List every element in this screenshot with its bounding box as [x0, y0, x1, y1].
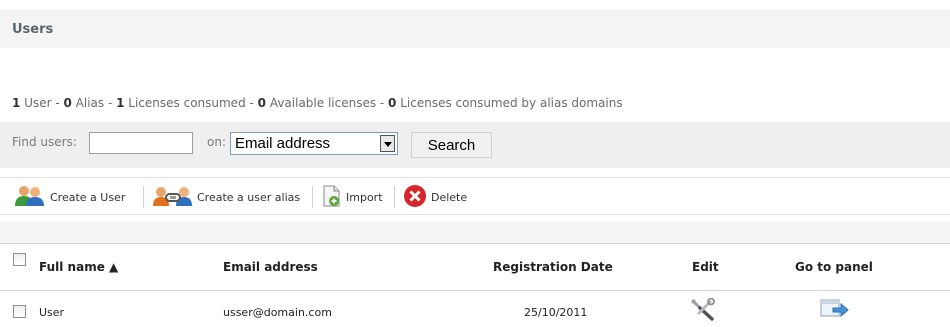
import-label: Import [346, 190, 383, 204]
licenses-consumed-label: Licenses consumed - [124, 96, 258, 110]
delete-icon [403, 184, 427, 211]
create-user-label: Create a User [50, 190, 126, 204]
create-user-alias-button[interactable]: Create a user alias [153, 178, 300, 216]
create-user-alias-label: Create a user alias [197, 190, 301, 204]
search-field-select-value: Email address [235, 135, 331, 152]
toolbar-divider [143, 186, 144, 208]
toolbar-divider [312, 186, 313, 208]
delete-label: Delete [431, 190, 468, 204]
table-spacer [0, 221, 950, 243]
table-row: User usser@domain.com 25/10/2011 [0, 292, 950, 327]
search-button[interactable]: Search [411, 132, 492, 158]
search-bar: Find users: on: Email address Search [0, 122, 950, 168]
user-alias-icon [153, 185, 193, 210]
row-select-checkbox[interactable] [13, 305, 26, 318]
column-header-go-to-panel: Go to panel [795, 260, 873, 274]
row-email: usser@domain.com [223, 306, 332, 319]
find-users-label: Find users: [12, 135, 77, 149]
select-all-checkbox[interactable] [13, 253, 26, 266]
column-header-email[interactable]: Email address [223, 260, 318, 274]
search-on-label: on: [207, 135, 226, 149]
row-full-name[interactable]: User [39, 306, 64, 319]
row-registration-date: 25/10/2011 [524, 306, 588, 319]
create-user-button[interactable]: Create a User [14, 178, 125, 216]
alias-domain-licenses-label: Licenses consumed by alias domains [396, 96, 623, 110]
users-toolbar: Create a User Create a user alias Import… [0, 177, 950, 215]
users-icon [14, 185, 46, 210]
user-count-label: User - [20, 96, 64, 110]
page-header: Users [0, 10, 950, 48]
wrench-icon[interactable] [690, 297, 716, 325]
import-icon [322, 185, 342, 210]
toolbar-divider [394, 186, 395, 208]
available-licenses-label: Available licenses - [266, 96, 389, 110]
column-header-full-name[interactable]: Full name ▲ [39, 260, 118, 274]
panel-arrow-icon[interactable] [820, 298, 850, 325]
chevron-down-icon[interactable] [380, 135, 395, 152]
column-header-edit: Edit [692, 260, 719, 274]
search-field-select[interactable]: Email address [230, 132, 398, 155]
page-title: Users [12, 22, 54, 37]
available-licenses-count: 0 [257, 96, 266, 110]
find-users-input[interactable] [89, 132, 193, 154]
alias-count: 0 [63, 96, 72, 110]
delete-button[interactable]: Delete [403, 178, 467, 216]
column-header-registration-date[interactable]: Registration Date [493, 260, 613, 274]
users-table-header: Full name ▲ Email address Registration D… [0, 243, 950, 291]
alias-count-label: Alias - [71, 96, 117, 110]
import-button[interactable]: Import [322, 178, 383, 216]
users-summary: 1 User - 0 Alias - 1 Licenses consumed -… [12, 96, 623, 110]
